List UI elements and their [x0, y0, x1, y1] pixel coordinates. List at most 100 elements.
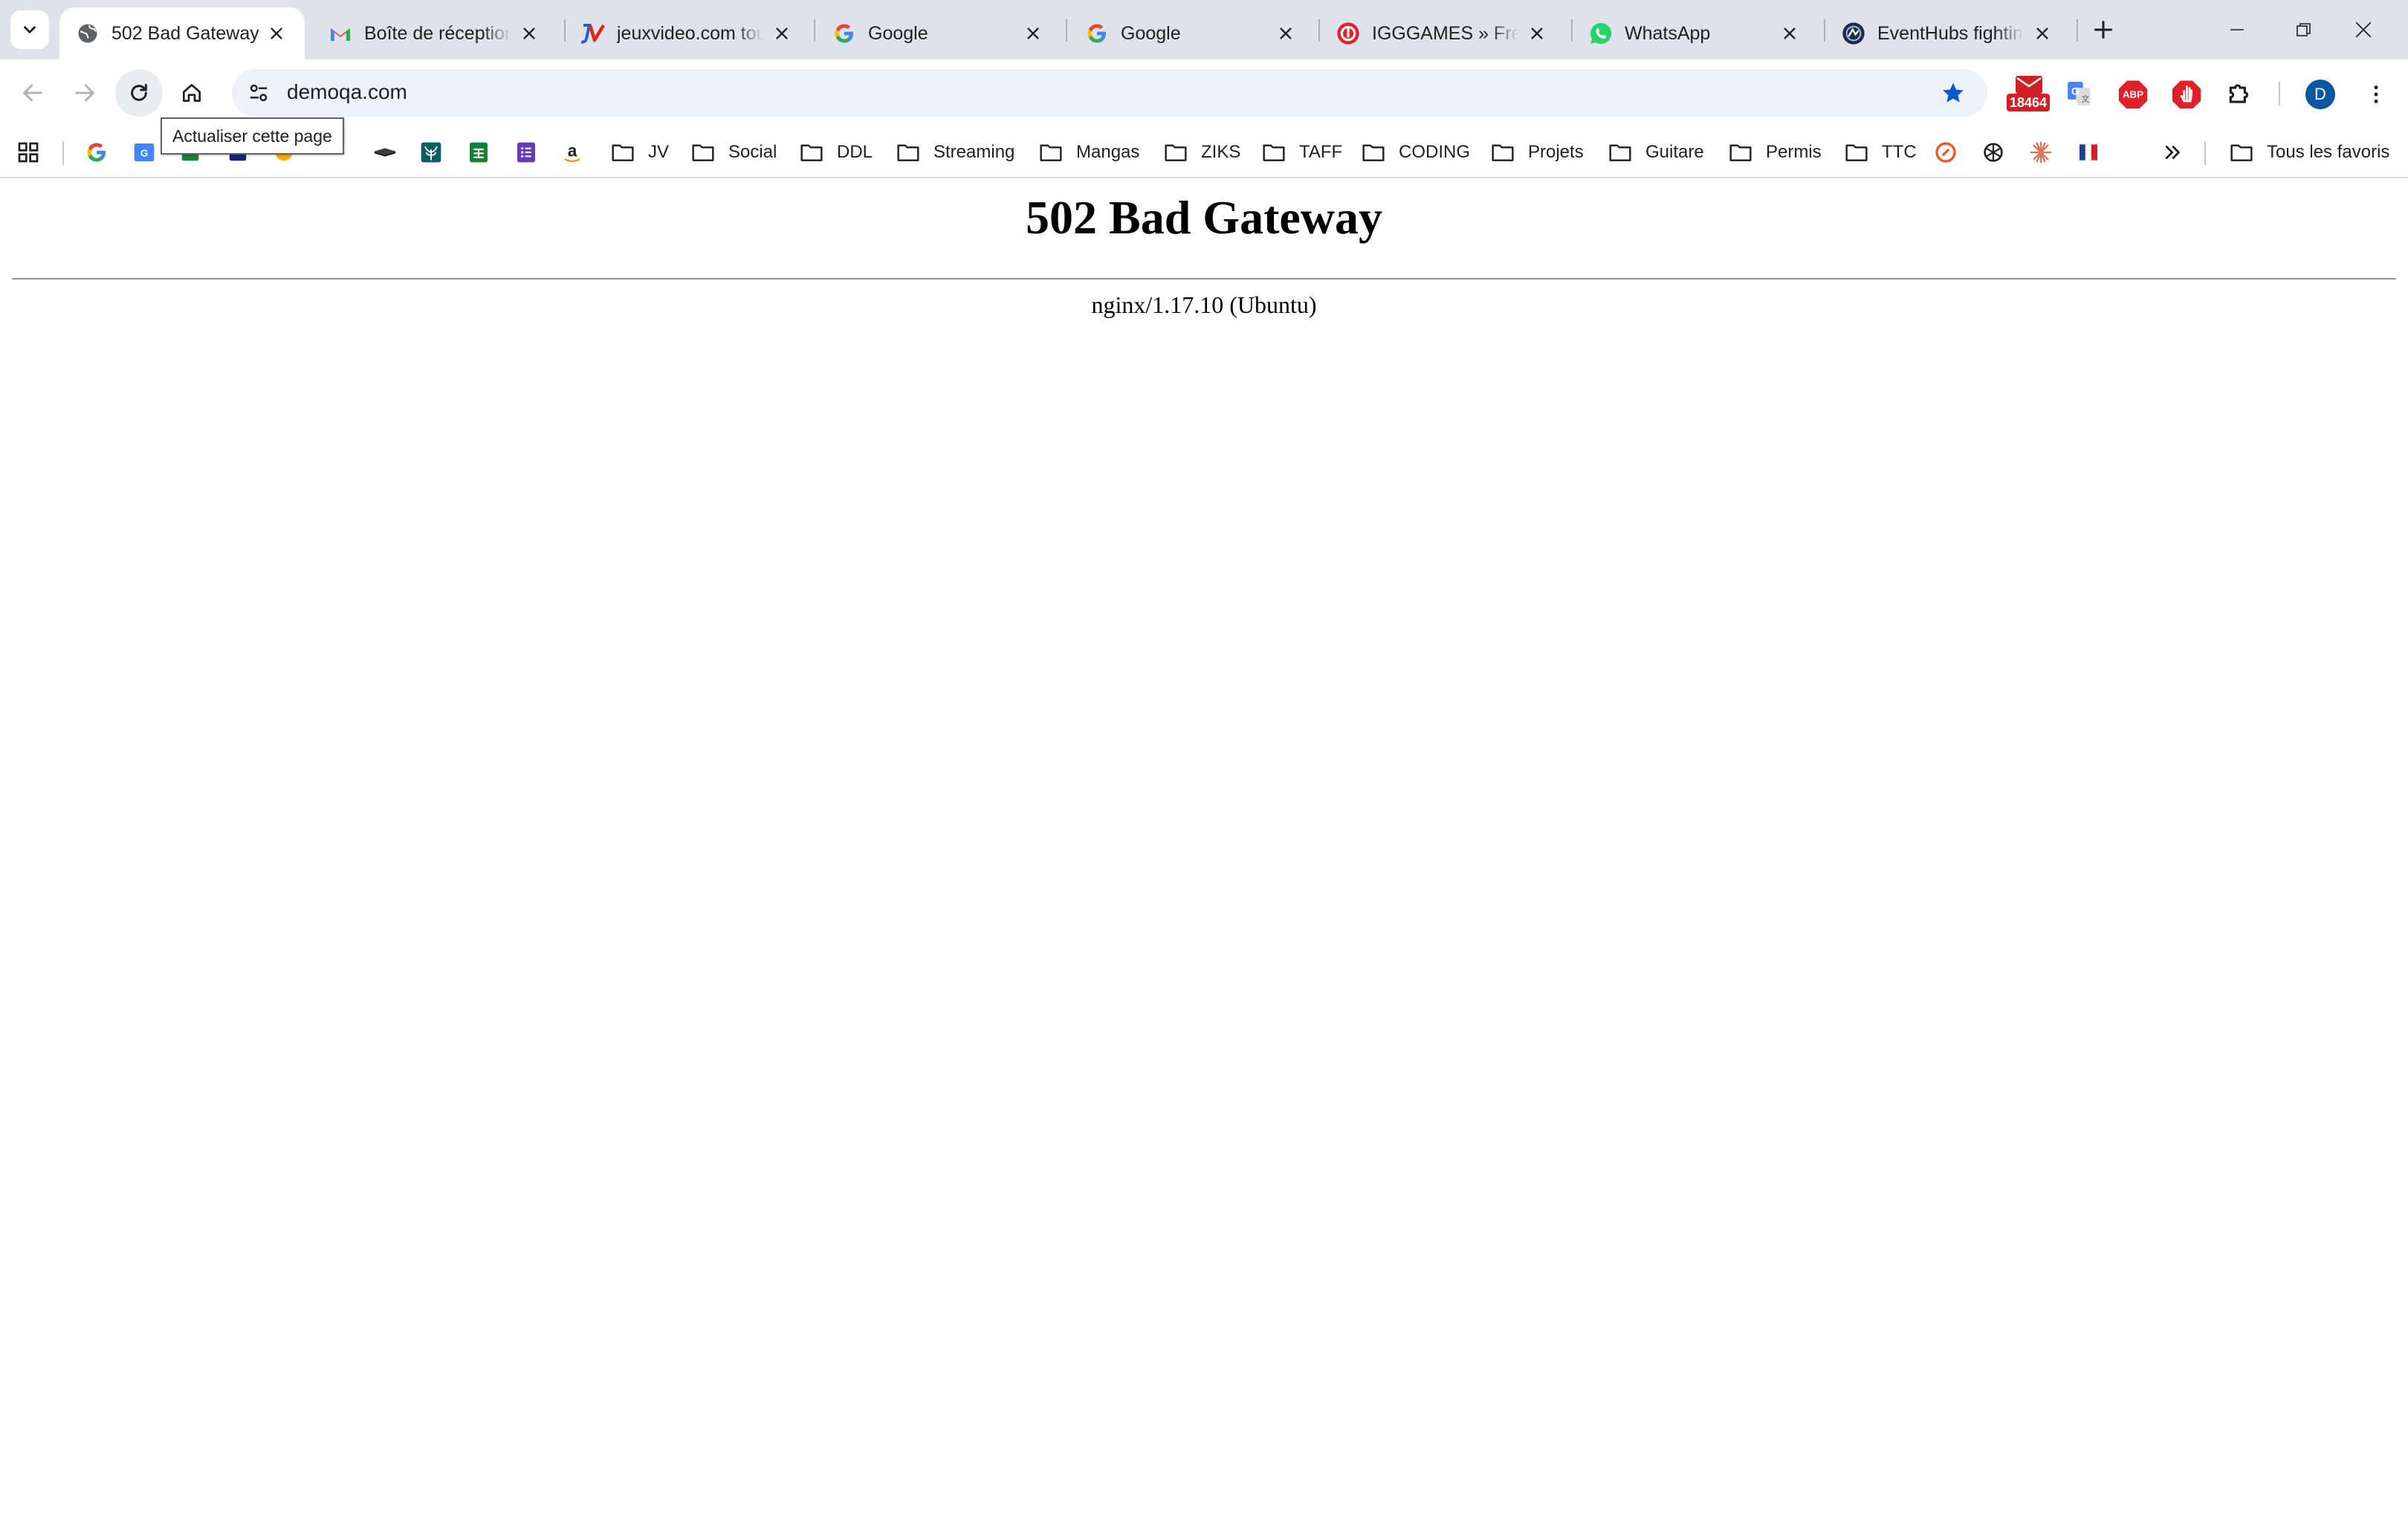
- tab-502-bad-gateway[interactable]: 502 Bad Gateway: [59, 7, 305, 59]
- bookmark-folder-ziks[interactable]: ZIKS: [1164, 137, 1240, 168]
- bookmark-folder-ttc[interactable]: TTC: [1845, 137, 1917, 168]
- box-app-icon[interactable]: [372, 139, 398, 166]
- folder-icon: [691, 141, 716, 164]
- svg-text:G: G: [140, 147, 148, 158]
- forward-button[interactable]: [61, 69, 109, 117]
- bookmark-folder-jv[interactable]: JV: [611, 137, 669, 168]
- folder-icon: [896, 141, 922, 164]
- orange-ring-icon[interactable]: [1932, 139, 1959, 166]
- folder-icon: [2230, 141, 2255, 164]
- close-icon[interactable]: [2029, 20, 2056, 47]
- bookmark-folder-label: Permis: [1766, 142, 1822, 162]
- toolbar-separator: [2279, 82, 2280, 106]
- gmail-icon: [328, 22, 352, 45]
- close-icon[interactable]: [1272, 20, 1299, 47]
- bookmark-folder-mangas[interactable]: Mangas: [1039, 137, 1139, 168]
- close-icon[interactable]: [1020, 20, 1046, 47]
- tab-title: 502 Bad Gateway: [111, 22, 259, 44]
- back-button[interactable]: [9, 69, 56, 117]
- page-content: 502 Bad Gateway nginx/1.17.10 (Ubuntu): [0, 180, 2408, 1534]
- bookmark-folder-taff[interactable]: TAFF: [1262, 137, 1342, 168]
- bookmark-folder-label: TTC: [1882, 142, 1917, 162]
- extensions-button[interactable]: [2219, 73, 2261, 114]
- amazon-icon[interactable]: a: [559, 139, 586, 166]
- google-translate-extension[interactable]: G文: [2059, 73, 2100, 114]
- apps-grid-icon[interactable]: [15, 139, 42, 166]
- close-icon[interactable]: [768, 20, 795, 47]
- bookmark-folder-social[interactable]: Social: [691, 137, 777, 168]
- tab-jeuxvideo[interactable]: jeuxvideo.com tout: [565, 7, 810, 59]
- site-info-icon[interactable]: [245, 80, 272, 106]
- tab-title: IGGGAMES » Free: [1372, 22, 1519, 44]
- bookmark-folder-projets[interactable]: Projets: [1491, 137, 1584, 168]
- close-icon[interactable]: [516, 20, 543, 47]
- tab-google-2[interactable]: Google: [1069, 7, 1314, 59]
- tab-eventhubs[interactable]: EventHubs fighting: [1825, 7, 2071, 59]
- bookmark-folder-guitare[interactable]: Guitare: [1608, 137, 1704, 168]
- google-sheets-icon[interactable]: [465, 139, 492, 166]
- google-icon[interactable]: [83, 139, 110, 166]
- adblock-plus-extension[interactable]: ABP: [2112, 73, 2154, 114]
- french-flag-icon[interactable]: [2075, 139, 2102, 166]
- close-icon[interactable]: [1776, 20, 1803, 47]
- folder-icon: [1491, 141, 1516, 164]
- mail-count-badge: 18464: [2007, 94, 2050, 111]
- horizontal-rule: [12, 278, 2396, 280]
- chevron-double-right-icon[interactable]: [2160, 139, 2187, 166]
- tab-gmail[interactable]: Boîte de réception: [312, 7, 557, 59]
- close-icon: [2355, 22, 2372, 38]
- bookmark-folder-coding[interactable]: CODING: [1362, 137, 1470, 168]
- bookmark-folder-ddl[interactable]: DDL: [800, 137, 873, 168]
- puzzle-icon: [2229, 84, 2249, 103]
- home-button[interactable]: [168, 69, 216, 117]
- iggames-icon: [1336, 22, 1360, 45]
- close-window-button[interactable]: [2319, 0, 2408, 59]
- bookmark-folder-label: ZIKS: [1201, 142, 1241, 162]
- reload-icon: [131, 83, 147, 101]
- reload-button[interactable]: [115, 69, 163, 117]
- folder-icon: [1362, 141, 1387, 164]
- tab-title: EventHubs fighting: [1877, 22, 2025, 44]
- tab-separator: [1066, 19, 1067, 42]
- tab-search-button[interactable]: [10, 10, 49, 49]
- tab-google-1[interactable]: Google: [816, 7, 1061, 59]
- claude-icon[interactable]: [2027, 139, 2054, 166]
- tab-iggames[interactable]: IGGGAMES » Free: [1320, 7, 1565, 59]
- close-icon[interactable]: [263, 20, 290, 47]
- svg-text:a: a: [568, 140, 577, 160]
- new-tab-button[interactable]: [2085, 12, 2121, 48]
- tab-title: jeuxvideo.com tout: [617, 22, 764, 44]
- folder-icon: [1729, 141, 1754, 164]
- red-stop-extension[interactable]: [2166, 73, 2207, 114]
- bookmark-folder-streaming[interactable]: Streaming: [896, 137, 1014, 168]
- reload-tooltip: Actualiser cette page: [161, 117, 344, 155]
- openai-icon[interactable]: [1980, 139, 2007, 166]
- tab-separator: [814, 19, 815, 42]
- stop-hand-icon: [2172, 80, 2201, 109]
- tab-strip: 502 Bad Gateway Boîte de réception jeuxv…: [0, 0, 2408, 59]
- mail-counter-extension[interactable]: 18464: [2007, 73, 2051, 114]
- all-bookmarks-folder[interactable]: Tous les favoris: [2230, 137, 2389, 168]
- google-forms-icon[interactable]: [513, 139, 540, 166]
- chevron-down-icon: [24, 26, 36, 33]
- folder-icon: [1039, 141, 1064, 164]
- bookmark-folder-permis[interactable]: Permis: [1729, 137, 1822, 168]
- close-icon[interactable]: [1524, 20, 1550, 47]
- bookmark-star-icon[interactable]: [1938, 78, 1968, 108]
- google-translate-bookmark-icon[interactable]: G: [131, 139, 158, 166]
- svg-text:G: G: [2071, 86, 2080, 98]
- address-url[interactable]: demoqa.com: [287, 80, 407, 104]
- bookmarks-bar: G a JV Social DDL Streaming Mangas ZIKS …: [0, 126, 2408, 178]
- address-bar[interactable]: demoqa.com: [232, 69, 1987, 117]
- chrome-menu-button[interactable]: [2357, 76, 2395, 113]
- restore-icon: [2297, 23, 2311, 36]
- teal-plant-icon[interactable]: [418, 139, 444, 166]
- tab-whatsapp[interactable]: WhatsApp: [1573, 7, 1818, 59]
- navigation-toolbar: demoqa.com 18464 G文 ABP D: [0, 59, 2408, 126]
- bookmark-folder-label: Projets: [1528, 142, 1584, 162]
- arrow-right-icon: [75, 84, 94, 102]
- google-icon: [1085, 22, 1109, 45]
- profile-avatar[interactable]: D: [2305, 80, 2335, 109]
- minimize-icon: [2230, 29, 2244, 30]
- bookmark-folder-label: DDL: [837, 142, 873, 162]
